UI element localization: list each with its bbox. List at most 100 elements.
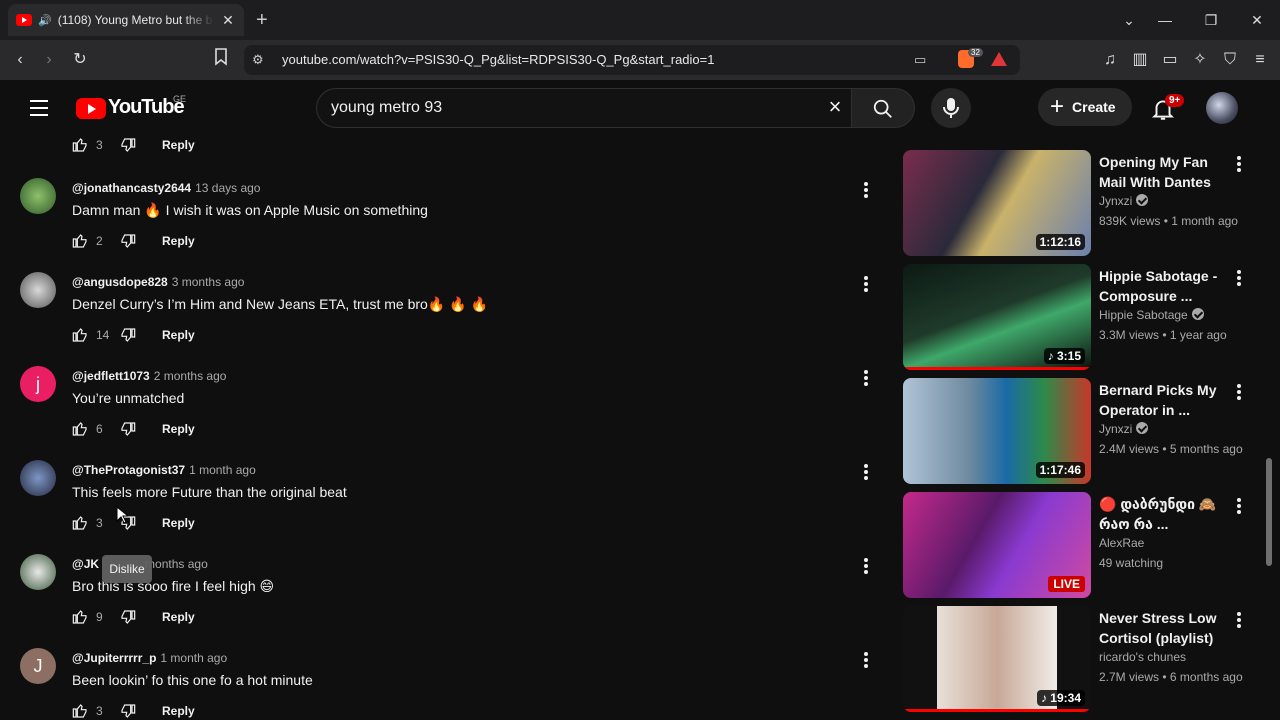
audio-playing-icon[interactable]: 🔊 [38,14,52,27]
brave-rewards-icon[interactable] [991,52,1007,66]
video-channel[interactable]: Jynxzi [1099,194,1149,208]
video-more-icon[interactable] [1231,154,1247,174]
voice-search-button[interactable] [931,88,971,128]
commenter-avatar[interactable] [20,460,56,496]
recommended-video[interactable]: ♪ 3:15 Hippie Sabotage - Composure ... H… [903,264,1259,372]
clear-search-icon[interactable]: × [822,94,848,120]
scrollbar-thumb[interactable] [1266,458,1272,566]
sidebar-icon[interactable]: ▥ [1128,48,1152,72]
video-channel[interactable]: AlexRae [1099,536,1144,550]
video-more-icon[interactable] [1231,610,1247,630]
close-window-button[interactable]: ✕ [1245,8,1269,32]
dislike-icon[interactable] [120,327,136,343]
video-thumbnail[interactable]: 1:17:46 [903,378,1091,484]
reply-button[interactable]: Reply [162,610,195,624]
minimize-button[interactable]: — [1153,8,1177,32]
commenter-avatar[interactable] [20,554,56,590]
comment-time[interactable]: 1 month ago [160,651,227,665]
commenter-avatar[interactable]: J [20,648,56,684]
comment-author[interactable]: @TheProtagonist37 1 month ago [72,463,256,477]
video-channel[interactable]: Jynxzi [1099,422,1149,436]
commenter-avatar[interactable]: j [20,366,56,402]
dislike-icon[interactable] [120,137,136,153]
vpn-shield-icon[interactable]: ⛉ [1218,48,1242,72]
wallet-icon[interactable]: ▭ [1158,48,1182,72]
dislike-icon[interactable] [120,233,136,249]
tab-close-icon[interactable]: ✕ [220,12,236,29]
leo-ai-icon[interactable]: ✧ [1188,48,1212,72]
site-settings-icon[interactable]: ⚙ [252,52,264,68]
like-icon[interactable] [72,703,88,719]
youtube-logo-icon[interactable] [76,98,106,119]
reply-button[interactable]: Reply [162,234,195,248]
browser-tab[interactable]: 🔊 (1108) Young Metro but the b ✕ [8,4,244,36]
cast-icon[interactable]: ▭ [914,52,926,68]
maximize-button[interactable]: ❐ [1199,8,1223,32]
bookmark-icon[interactable] [209,48,233,72]
commenter-avatar[interactable] [20,272,56,308]
comment-time[interactable]: 13 days ago [195,181,260,195]
video-thumbnail[interactable]: ♪ 19:34 [903,606,1091,712]
comment-author[interactable]: @angusdope828 3 months ago [72,275,244,289]
video-more-icon[interactable] [1231,382,1247,402]
comment-more-icon[interactable] [858,650,874,670]
recommended-video[interactable]: LIVE 🔴 დაბრუნდი 🙈 რაო რა ... AlexRae 49 … [903,492,1259,600]
account-avatar[interactable] [1206,92,1238,124]
video-title[interactable]: Bernard Picks My Operator in ... [1099,380,1223,420]
hamburger-menu-icon[interactable] [30,99,50,117]
comment-more-icon[interactable] [858,180,874,200]
recommended-video[interactable]: ♪ 19:34 Never Stress Low Cortisol (playl… [903,606,1259,714]
search-button[interactable] [851,88,915,128]
video-thumbnail[interactable]: LIVE [903,492,1091,598]
like-icon[interactable] [72,421,88,437]
url-text[interactable]: youtube.com/watch?v=PSIS30-Q_Pg&list=RDP… [282,52,714,67]
video-thumbnail[interactable]: 1:12:16 [903,150,1091,256]
like-icon[interactable] [72,137,88,153]
create-button[interactable]: + Create [1038,88,1132,126]
dislike-icon[interactable] [120,609,136,625]
comment-time[interactable]: months ago [145,557,208,571]
like-icon[interactable] [72,327,88,343]
dislike-icon[interactable] [120,703,136,719]
comment-author[interactable]: @Jupiterrrrr_p 1 month ago [72,651,227,665]
comment-more-icon[interactable] [858,274,874,294]
recommended-video[interactable]: 1:12:16 Opening My Fan Mail With Dantes … [903,150,1259,258]
video-more-icon[interactable] [1231,268,1247,288]
back-arrow-icon[interactable]: ‹ [8,48,32,72]
search-query[interactable]: young metro 93 [331,99,442,117]
comment-author[interactable]: @jonathancasty2644 13 days ago [72,181,260,195]
reply-button[interactable]: Reply [162,422,195,436]
video-title[interactable]: Hippie Sabotage - Composure ... [1099,266,1223,306]
media-icon[interactable]: ♫ [1098,48,1122,72]
comment-more-icon[interactable] [858,368,874,388]
reply-button[interactable]: Reply [162,704,195,718]
reload-icon[interactable]: ↻ [68,48,92,72]
comment-author[interactable]: @jedflett1073 2 months ago [72,369,226,383]
video-channel[interactable]: ricardo's chunes [1099,650,1186,664]
dislike-icon[interactable] [120,421,136,437]
video-channel[interactable]: Hippie Sabotage [1099,308,1204,322]
reply-button[interactable]: Reply [162,138,195,152]
new-tab-button[interactable]: + [256,8,268,32]
like-icon[interactable] [72,233,88,249]
commenter-avatar[interactable] [20,178,56,214]
comment-more-icon[interactable] [858,556,874,576]
video-title[interactable]: Never Stress Low Cortisol (playlist) [1099,608,1223,648]
page-scrollbar[interactable] [1262,136,1272,714]
comment-time[interactable]: 1 month ago [189,463,256,477]
tab-search-chevron-icon[interactable]: ⌄ [1117,8,1141,32]
reply-button[interactable]: Reply [162,328,195,342]
video-thumbnail[interactable]: ♪ 3:15 [903,264,1091,370]
reply-button[interactable]: Reply [162,516,195,530]
video-title[interactable]: 🔴 დაბრუნდი 🙈 რაო რა ... [1099,494,1223,534]
like-icon[interactable] [72,515,88,531]
like-icon[interactable] [72,609,88,625]
forward-arrow-icon[interactable]: › [37,48,61,72]
menu-icon[interactable]: ≡ [1248,48,1272,72]
video-title[interactable]: Opening My Fan Mail With Dantes [1099,152,1223,192]
comment-time[interactable]: 2 months ago [154,369,227,383]
comment-more-icon[interactable] [858,462,874,482]
recommended-video[interactable]: 1:17:46 Bernard Picks My Operator in ...… [903,378,1259,486]
comment-time[interactable]: 3 months ago [172,275,245,289]
video-more-icon[interactable] [1231,496,1247,516]
